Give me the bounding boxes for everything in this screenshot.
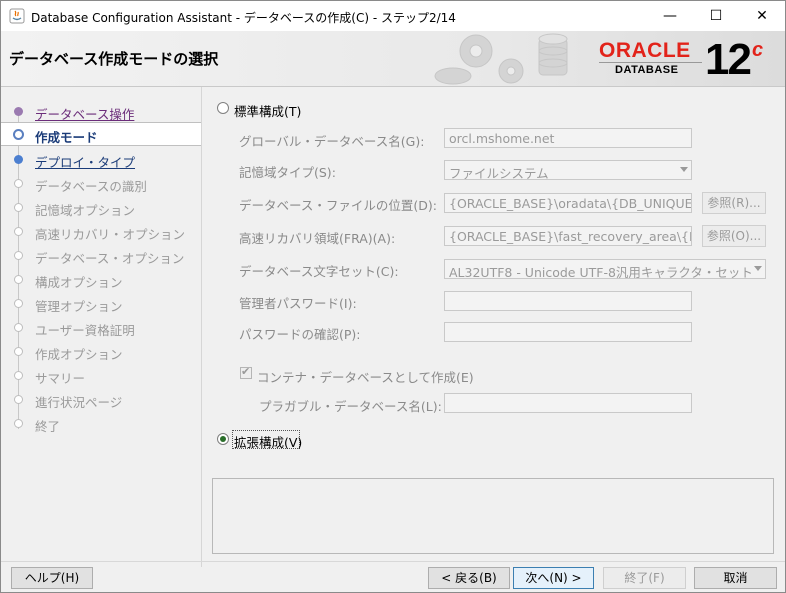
browse-db-location-button[interactable]: 参照(R)... <box>702 192 766 214</box>
dbca-window: Database Configuration Assistant - データベー… <box>0 0 786 593</box>
version-logo: 12 c <box>705 35 763 85</box>
browse-fra-button[interactable]: 参照(O)... <box>702 225 766 247</box>
db-file-location-field[interactable]: {ORACLE_BASE}\oradata\{DB_UNIQUE_NAME} <box>444 193 692 213</box>
advanced-config-label[interactable]: 拡張構成(V) <box>234 432 302 451</box>
sidebar-step-label: データベースの識別 <box>35 179 147 194</box>
db-file-location-label: データベース・ファイルの位置(D): <box>239 198 437 213</box>
advanced-config-radio[interactable] <box>217 433 229 445</box>
storage-type-select[interactable]: ファイルシステム <box>444 160 692 180</box>
sidebar-step[interactable]: データベース操作 <box>1 99 201 123</box>
minimize-button[interactable]: — <box>647 1 693 31</box>
step-status-icon <box>14 251 23 260</box>
charset-label: データベース文字セット(C): <box>239 264 399 279</box>
step-status-icon <box>14 299 23 308</box>
sidebar-step-label: データベース操作 <box>35 107 135 122</box>
sidebar-step-label: 終了 <box>35 419 61 434</box>
step-status-icon <box>14 227 23 236</box>
sidebar-step: 高速リカバリ・オプション <box>1 219 201 243</box>
fra-label: 高速リカバリ領域(FRA)(A): <box>239 231 396 246</box>
sidebar-step-label: 進行状況ページ <box>35 395 123 410</box>
page-header: データベース作成モードの選択 ORACLE DATABASE 12 c <box>1 31 785 87</box>
sidebar-step: データベースの識別 <box>1 171 201 195</box>
sidebar-step-label: 記憶域オプション <box>35 203 136 218</box>
step-status-icon <box>13 129 24 140</box>
sidebar-step: 終了 <box>1 411 201 435</box>
logo-divider <box>599 62 702 63</box>
step-sidebar: データベース操作 作成モードデプロイ・タイプ データベースの識別 記憶域オプション高速… <box>1 87 201 567</box>
version-suffix: c <box>751 39 763 61</box>
global-db-name-field[interactable]: orcl.mshome.net <box>444 128 692 148</box>
sidebar-divider <box>201 87 202 567</box>
sidebar-step: 作成オプション <box>1 339 201 363</box>
sidebar-step-label: 構成オプション <box>35 275 123 290</box>
sidebar-step: 記憶域オプション <box>1 195 201 219</box>
java-app-icon <box>9 8 25 24</box>
maximize-button[interactable]: ☐ <box>693 1 739 31</box>
sidebar-step-label: 管理オプション <box>35 299 123 314</box>
version-number: 12 <box>705 35 752 84</box>
typical-config-radio[interactable] <box>217 102 229 114</box>
admin-password-label: 管理者パスワード(I): <box>239 296 357 311</box>
step-status-icon <box>14 203 23 212</box>
minimize-icon: — <box>663 8 677 24</box>
sidebar-step-label: サマリー <box>35 371 86 386</box>
sidebar-step: 進行状況ページ <box>1 387 201 411</box>
step-status-icon <box>14 395 23 404</box>
sidebar-step: データベース・オプション <box>1 243 201 267</box>
title-bar: Database Configuration Assistant - データベー… <box>1 1 785 31</box>
sidebar-step: 管理オプション <box>1 291 201 315</box>
sidebar-step-label: データベース・オプション <box>35 251 185 266</box>
window-title: Database Configuration Assistant - データベー… <box>31 11 456 25</box>
sidebar-step: ユーザー資格証明 <box>1 315 201 339</box>
help-button[interactable]: ヘルプ(H) <box>11 567 93 589</box>
sidebar-step-label: 作成モード <box>35 130 98 145</box>
charset-value: AL32UTF8 - Unicode UTF-8汎用キャラクタ・セット <box>449 265 753 279</box>
chevron-down-icon <box>680 167 688 172</box>
sidebar-step: サマリー <box>1 363 201 387</box>
pdb-name-field[interactable] <box>444 393 692 413</box>
step-status-icon <box>14 323 23 332</box>
step-status-icon <box>14 347 23 356</box>
charset-select[interactable]: AL32UTF8 - Unicode UTF-8汎用キャラクタ・セット <box>444 259 766 279</box>
storage-type-value: ファイルシステム <box>449 166 549 180</box>
sidebar-step[interactable]: デプロイ・タイプ <box>1 147 201 171</box>
sidebar-step-label: 高速リカバリ・オプション <box>35 227 186 242</box>
fra-field[interactable]: {ORACLE_BASE}\fast_recovery_area\{DB_UNI… <box>444 226 692 246</box>
database-logo-text: DATABASE <box>615 64 679 76</box>
step-status-icon <box>14 371 23 380</box>
typical-config-label[interactable]: 標準構成(T) <box>234 101 301 120</box>
confirm-password-label: パスワードの確認(P): <box>239 327 361 342</box>
footer-divider <box>1 561 785 562</box>
back-button[interactable]: < 戻る(B) <box>428 567 510 589</box>
sidebar-step: 作成モード <box>1 122 201 146</box>
step-status-icon <box>14 275 23 284</box>
next-button[interactable]: 次へ(N) > <box>513 567 594 589</box>
finish-button[interactable]: 終了(F) <box>603 567 686 589</box>
sidebar-step-label: 作成オプション <box>35 347 123 362</box>
step-status-icon <box>14 419 23 428</box>
pdb-name-label: プラガブル・データベース名(L): <box>259 399 442 414</box>
oracle-logo-text: ORACLE <box>599 39 691 62</box>
close-icon: ✕ <box>756 8 768 24</box>
confirm-password-field[interactable] <box>444 322 692 342</box>
page-title: データベース作成モードの選択 <box>9 50 219 68</box>
sidebar-step-label: デプロイ・タイプ <box>35 155 136 170</box>
step-status-icon <box>14 155 23 164</box>
storage-type-label: 記憶域タイプ(S): <box>239 165 336 180</box>
gears-decoration-icon <box>434 33 568 85</box>
sidebar-step: 構成オプション <box>1 267 201 291</box>
step-status-icon <box>14 179 23 188</box>
message-area <box>212 478 774 554</box>
container-db-checkbox[interactable] <box>240 365 252 379</box>
admin-password-field[interactable] <box>444 291 692 311</box>
step-status-icon <box>14 107 23 116</box>
maximize-icon: ☐ <box>709 8 723 24</box>
cancel-button[interactable]: 取消 <box>694 567 777 589</box>
sidebar-step-label: ユーザー資格証明 <box>35 323 135 338</box>
container-db-label[interactable]: コンテナ・データベースとして作成(E) <box>257 367 474 386</box>
global-db-name-label: グローバル・データベース名(G): <box>239 134 425 149</box>
chevron-down-icon <box>754 266 762 271</box>
close-button[interactable]: ✕ <box>739 1 785 31</box>
